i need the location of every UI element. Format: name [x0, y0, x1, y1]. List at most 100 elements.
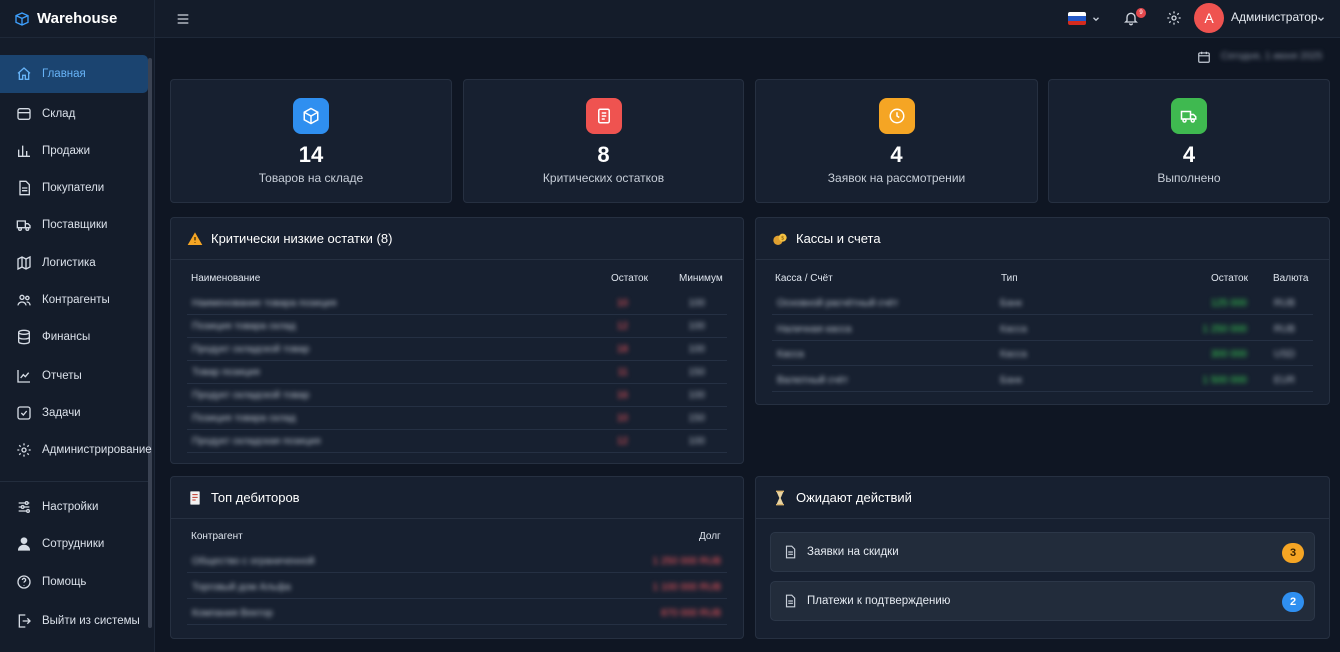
table-cell: 10 [616, 413, 628, 424]
table-cell: 12 [616, 436, 628, 447]
sidebar-item-label: Покупатели [42, 182, 105, 194]
stat-card-completed[interactable]: 4 Выполнено [1048, 79, 1330, 203]
sidebar-item-line-chart[interactable]: Отчеты [0, 357, 148, 395]
column-header: Долг [699, 531, 721, 542]
panel-title: Топ дебиторов [211, 490, 300, 505]
table-cell: USD [1273, 349, 1295, 360]
table-cell: 300 000 [1210, 349, 1247, 360]
truck-icon [16, 217, 32, 233]
table-cell: Банк [1000, 374, 1023, 386]
table-row[interactable]: Основной расчётный счёт Банк 125 000 RUB [772, 292, 1313, 315]
pending-actions-panel: Ожидают действий Заявки на скидки 3 Плат… [755, 476, 1330, 639]
pending-label: Платежи к подтверждению [807, 595, 951, 607]
stat-card-critical[interactable]: 8 Критических остатков [463, 79, 744, 203]
sidebar-item-database[interactable]: Финансы [0, 318, 148, 356]
count-badge: 3 [1282, 543, 1304, 563]
sidebar-item-home[interactable]: Главная [0, 55, 148, 93]
sidebar-item-sliders[interactable]: Настройки [0, 488, 148, 526]
sidebar-item-label: Сотрудники [42, 538, 105, 550]
table-cell: Продукт складской товар [192, 390, 310, 401]
sidebar-item-box[interactable]: Склад [0, 95, 148, 133]
table-cell: Общество с ограниченной [192, 556, 315, 567]
panel-title: Ожидают действий [796, 490, 912, 505]
clock-icon [878, 98, 915, 134]
help-icon [16, 574, 32, 590]
chevron-down-icon[interactable] [1091, 14, 1101, 24]
table-cell: 100 [688, 390, 705, 401]
gear-icon[interactable] [1166, 10, 1182, 26]
sidebar-item-gear[interactable]: Администрирование [0, 431, 152, 469]
menu-toggle-icon[interactable] [175, 11, 191, 27]
table-row[interactable]: Продукт складской товар 18 100 [187, 338, 727, 361]
language-flag-icon[interactable] [1068, 12, 1086, 25]
gear-icon [16, 442, 32, 458]
column-header: Валюта [1273, 273, 1309, 284]
document-icon [783, 545, 797, 559]
table-row[interactable]: Наименование товара позиция 10 100 [187, 292, 727, 315]
hourglass-icon [772, 490, 788, 506]
app-title: Warehouse [37, 10, 118, 27]
pending-item-discounts[interactable]: Заявки на скидки 3 [770, 532, 1315, 572]
users-icon [16, 292, 32, 308]
table-row[interactable]: Касса Касса 300 000 USD [772, 343, 1313, 366]
table-cell: 1 500 000 [1202, 374, 1248, 386]
sidebar-item-person[interactable]: Сотрудники [0, 525, 148, 563]
low-stock-panel: Критически низкие остатки (8) Наименован… [170, 217, 744, 464]
stat-value: 14 [298, 142, 324, 167]
sidebar-item-document[interactable]: Покупатели [0, 169, 148, 207]
logout-icon [16, 613, 32, 629]
table-cell: RUB [1273, 298, 1295, 309]
table-cell: Торговый дом Альфа [192, 582, 291, 593]
sidebar-scrollbar[interactable] [148, 58, 152, 628]
table-cell: 100 [688, 321, 705, 332]
table-row[interactable]: Продукт складской товар 16 100 [187, 384, 727, 407]
column-header: Остаток [611, 273, 648, 284]
table-row[interactable]: Наличная касса Касса 1 250 000 RUB [772, 318, 1313, 341]
stat-card-requests[interactable]: 4 Заявок на рассмотрении [755, 79, 1038, 203]
table-row[interactable]: Валютный счёт Банк 1 500 000 EUR [772, 369, 1313, 392]
table-row[interactable]: Компания Вектор 870 000 RUB [187, 602, 727, 625]
stat-value: 4 [1182, 142, 1196, 167]
stat-label: Критических остатков [542, 171, 665, 185]
panel-header: Топ дебиторов [171, 477, 743, 519]
table-row[interactable]: Товар позиция 11 150 [187, 361, 727, 384]
receipt-icon [187, 490, 203, 506]
sidebar-item-label: Администрирование [42, 444, 152, 456]
user-menu-chevron-icon[interactable] [1316, 14, 1326, 24]
table-row[interactable]: Торговый дом Альфа 1 100 000 RUB [187, 576, 727, 599]
sidebar-item-logout[interactable]: Выйти из системы [0, 602, 148, 640]
sidebar-item-help[interactable]: Помощь [0, 563, 148, 601]
pending-label: Заявки на скидки [807, 546, 899, 558]
avatar[interactable]: A [1194, 3, 1224, 33]
user-name[interactable]: Администратор [1231, 10, 1318, 24]
table-cell: Наименование товара позиция [192, 298, 337, 309]
panel-title: Критически низкие остатки (8) [211, 231, 393, 246]
sidebar-item-label: Настройки [42, 501, 99, 513]
brand[interactable]: Warehouse [0, 0, 154, 38]
table-cell: 1 250 000 [1202, 323, 1248, 335]
sidebar-item-users[interactable]: Контрагенты [0, 281, 148, 319]
sidebar-item-bar-chart[interactable]: Продажи [0, 132, 148, 170]
table-row[interactable]: Общество с ограниченной 1 250 000 RUB [187, 550, 727, 573]
table-row[interactable]: Позиция товара склад 10 150 [187, 407, 727, 430]
sidebar-item-checkbox[interactable]: Задачи [0, 394, 148, 432]
column-header: Остаток [1211, 273, 1248, 284]
sidebar-item-label: Поставщики [42, 219, 108, 231]
sidebar-item-truck[interactable]: Поставщики [0, 206, 148, 244]
count-badge: 2 [1282, 592, 1304, 612]
clipboard-icon [585, 98, 622, 134]
pending-item-payments[interactable]: Платежи к подтверждению 2 [770, 581, 1315, 621]
table-row[interactable]: Позиция товара склад 12 100 [187, 315, 727, 338]
sidebar-item-map[interactable]: Логистика [0, 244, 148, 282]
cash-accounts-panel: $ Кассы и счета Касса / Счёт Тип Остаток… [755, 217, 1330, 405]
table-cell: 11 [617, 367, 628, 378]
table-cell: Компания Вектор [192, 608, 273, 619]
column-header: Минимум [679, 273, 723, 284]
sidebar-item-label: Выйти из системы [42, 615, 140, 627]
table-cell: 1 250 000 RUB [652, 556, 721, 567]
table-cell: Касса [777, 349, 804, 360]
table-row[interactable]: Продукт складская позиция 12 100 [187, 430, 727, 453]
sidebar-divider [0, 481, 148, 482]
stat-card-products[interactable]: 14 Товаров на складе [170, 79, 452, 203]
current-date: Сегодня, 1 июня 2025 [1221, 51, 1323, 62]
